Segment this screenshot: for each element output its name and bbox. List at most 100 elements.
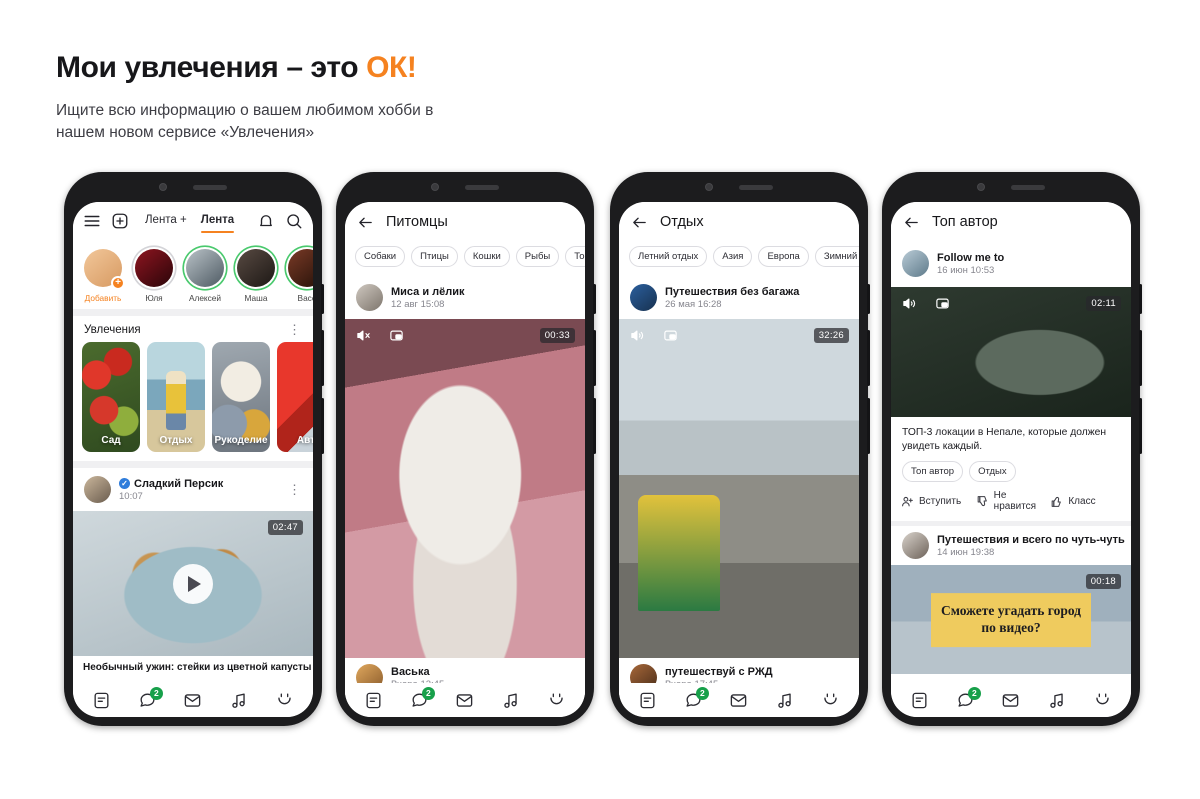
music-icon[interactable] bbox=[1047, 691, 1066, 710]
post-author-name: Васька bbox=[391, 665, 430, 678]
chip[interactable]: Европа bbox=[758, 246, 809, 267]
back-arrow-icon[interactable] bbox=[903, 214, 920, 231]
feed-icon[interactable] bbox=[910, 691, 929, 710]
chip[interactable]: Птицы bbox=[411, 246, 458, 267]
post-video-thumbnail[interactable]: 02:47 bbox=[73, 511, 313, 656]
dislike-button[interactable]: Не нравится bbox=[976, 490, 1047, 512]
discussions-icon[interactable]: 2 bbox=[138, 686, 163, 710]
messages-icon[interactable] bbox=[1001, 691, 1020, 710]
chip[interactable]: Рыбы bbox=[515, 246, 560, 267]
avatar[interactable] bbox=[902, 532, 929, 560]
avatar[interactable] bbox=[902, 250, 929, 277]
post-author[interactable]: Путешествия и всего по чуть-чуть bbox=[937, 534, 1125, 546]
profile-icon[interactable] bbox=[1093, 691, 1112, 710]
thumbs-down-icon bbox=[976, 495, 989, 508]
chip[interactable]: Топ автор bbox=[565, 246, 585, 267]
hobbies-section-header: Увлечения ⋮ bbox=[73, 316, 313, 342]
volume-muted-icon[interactable] bbox=[355, 328, 372, 343]
post-author[interactable]: Васька bbox=[391, 666, 444, 678]
add-story-plus-icon[interactable]: + bbox=[111, 276, 125, 290]
more-vertical-icon[interactable]: ⋮ bbox=[288, 483, 302, 496]
post-author-name: Сладкий Персик bbox=[134, 477, 224, 490]
phone-screen: Отдых Летний отдых Азия Европа Зимний от… bbox=[619, 202, 859, 717]
video-controls bbox=[901, 296, 951, 311]
earpiece-speaker bbox=[193, 184, 227, 190]
picture-in-picture-icon[interactable] bbox=[662, 328, 679, 343]
story-item[interactable]: Васе bbox=[286, 247, 313, 303]
hobby-card[interactable]: Отдых bbox=[147, 342, 205, 452]
messages-icon[interactable] bbox=[729, 691, 748, 710]
phone-mockup-top-author: Топ автор Follow me to 16 июн 10:53 02:1… bbox=[882, 172, 1142, 726]
hobby-card[interactable]: Авт bbox=[277, 342, 313, 452]
hobby-card[interactable]: Сад bbox=[82, 342, 140, 452]
volume-on-icon[interactable] bbox=[901, 296, 918, 311]
post-author[interactable]: Путешествия без багажа bbox=[665, 286, 799, 298]
picture-in-picture-icon[interactable] bbox=[388, 328, 405, 343]
like-button[interactable]: Класс bbox=[1050, 490, 1121, 512]
post-video-thumbnail[interactable]: 32:26 bbox=[619, 319, 859, 658]
avatar[interactable] bbox=[84, 476, 111, 503]
post-header: Путешествия без багажа 26 мая 16:28 bbox=[619, 276, 859, 319]
plus-square-icon[interactable] bbox=[111, 212, 129, 230]
messages-icon[interactable] bbox=[183, 691, 202, 710]
hamburger-icon[interactable] bbox=[83, 212, 101, 230]
feed-icon[interactable] bbox=[92, 691, 111, 710]
hobby-card[interactable]: Рукоделие bbox=[212, 342, 270, 452]
chip[interactable]: Топ автор bbox=[902, 461, 964, 483]
discussions-badge: 2 bbox=[421, 686, 435, 700]
music-icon[interactable] bbox=[501, 691, 520, 710]
back-arrow-icon[interactable] bbox=[631, 214, 648, 231]
messages-icon[interactable] bbox=[455, 691, 474, 710]
feed-icon[interactable] bbox=[364, 691, 383, 710]
play-button[interactable] bbox=[173, 563, 213, 604]
page-title-plain: Мои увлечения – это bbox=[56, 51, 367, 84]
profile-icon[interactable] bbox=[821, 691, 840, 710]
post-author[interactable]: Follow me to bbox=[937, 252, 1004, 264]
profile-icon[interactable] bbox=[547, 691, 566, 710]
search-icon[interactable] bbox=[285, 212, 303, 230]
tab-feed-plus[interactable]: Лента + bbox=[145, 214, 187, 228]
story-item[interactable]: Юля bbox=[133, 247, 175, 303]
post-video-thumbnail[interactable]: 00:33 bbox=[345, 319, 585, 658]
discussions-icon[interactable]: 2 bbox=[684, 686, 709, 710]
profile-icon[interactable] bbox=[275, 691, 294, 710]
more-vertical-icon[interactable]: ⋮ bbox=[288, 323, 302, 336]
music-icon[interactable] bbox=[775, 691, 794, 710]
next-post-video-thumbnail[interactable]: 00:18 Сможете угадать город по видео? bbox=[891, 565, 1131, 675]
bell-icon[interactable] bbox=[257, 212, 275, 230]
phone-side-button bbox=[867, 330, 870, 386]
back-arrow-icon[interactable] bbox=[357, 214, 374, 231]
video-duration-badge: 32:26 bbox=[813, 328, 849, 343]
tab-feed[interactable]: Лента bbox=[200, 214, 235, 233]
page-subtitle: Ищите всю информацию о вашем любимом хоб… bbox=[56, 102, 434, 142]
post-meta: Путешествия без багажа 26 мая 16:28 bbox=[665, 286, 799, 310]
chip[interactable]: Кошки bbox=[463, 246, 510, 267]
avatar bbox=[286, 247, 313, 289]
discussions-icon[interactable]: 2 bbox=[956, 686, 981, 710]
post-author[interactable]: Миса и лёлик bbox=[391, 286, 465, 298]
phone-side-button bbox=[1139, 330, 1142, 386]
chip[interactable]: Зимний отдых bbox=[814, 246, 859, 267]
avatar[interactable] bbox=[630, 284, 657, 311]
join-button[interactable]: Вступить bbox=[901, 490, 972, 512]
story-item[interactable]: Алексей bbox=[184, 247, 226, 303]
video-duration-badge: 00:33 bbox=[539, 328, 575, 343]
avatar[interactable] bbox=[356, 284, 383, 311]
chip[interactable]: Азия bbox=[713, 246, 753, 267]
phone-mockup-pets: Питомцы Собаки Птицы Кошки Рыбы Топ авто… bbox=[336, 172, 596, 726]
post-author[interactable]: ✓ Сладкий Персик bbox=[119, 478, 223, 490]
post-video-thumbnail[interactable]: 02:11 bbox=[891, 287, 1131, 417]
story-add[interactable]: + Добавить bbox=[82, 247, 125, 303]
post-author[interactable]: путешествуй с РЖД bbox=[665, 666, 773, 678]
hobbies-carousel[interactable]: Сад Отдых Рукоделие Авт bbox=[73, 342, 313, 461]
feed-icon[interactable] bbox=[638, 691, 657, 710]
chip[interactable]: Летний отдых bbox=[629, 246, 708, 267]
picture-in-picture-icon[interactable] bbox=[934, 296, 951, 311]
music-icon[interactable] bbox=[229, 691, 248, 710]
chip[interactable]: Собаки bbox=[355, 246, 406, 267]
like-button-label: Класс bbox=[1068, 495, 1096, 507]
chip[interactable]: Отдых bbox=[969, 461, 1016, 483]
story-item[interactable]: Маша bbox=[235, 247, 277, 303]
discussions-icon[interactable]: 2 bbox=[410, 686, 435, 710]
volume-on-icon[interactable] bbox=[629, 328, 646, 343]
